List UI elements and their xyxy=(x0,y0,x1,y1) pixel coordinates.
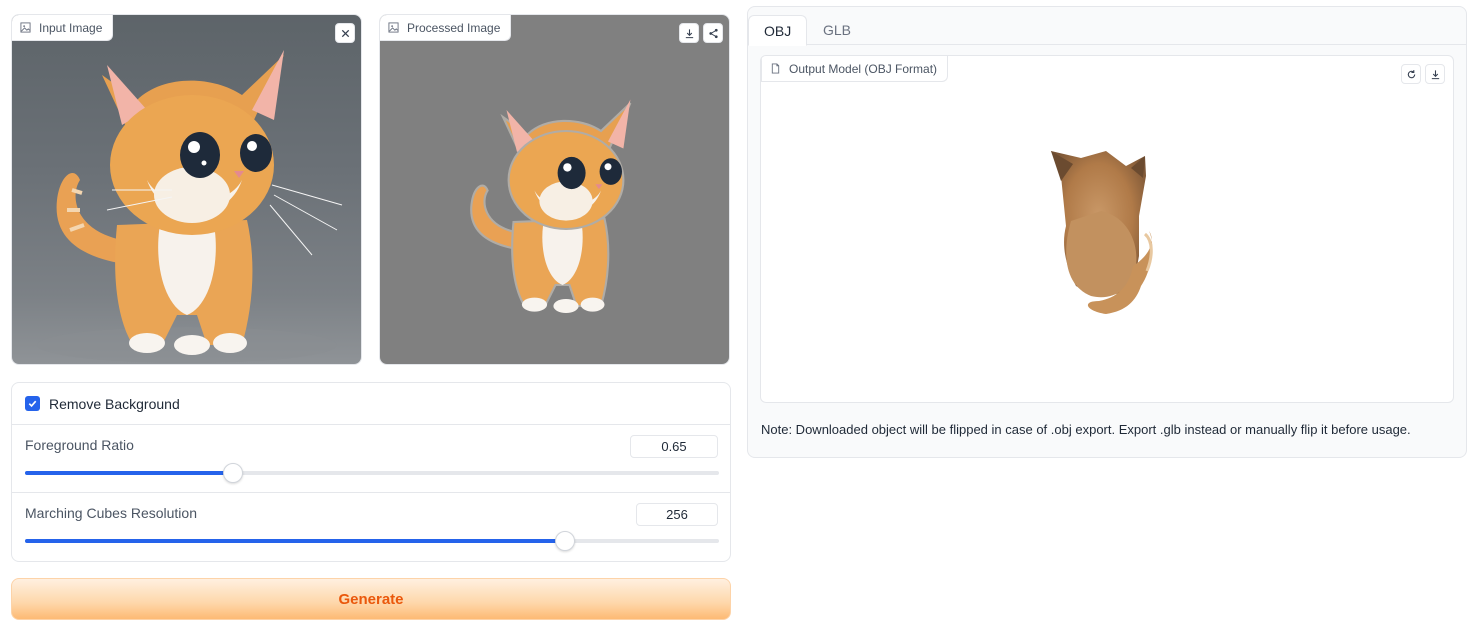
input-image-label-badge: Input Image xyxy=(12,15,114,41)
processed-image-panel: Processed Image xyxy=(379,14,730,365)
kitten-cutout xyxy=(470,99,632,313)
kitten-photo xyxy=(37,50,343,363)
download-icon xyxy=(1431,69,1439,79)
image-row: Input Image Processed Image xyxy=(11,14,731,366)
download-model-button[interactable] xyxy=(1425,64,1445,84)
foreground-ratio-thumb[interactable] xyxy=(223,463,244,483)
checkmark-icon xyxy=(28,400,37,408)
input-column: Input Image Processed Image Remove Backg… xyxy=(11,14,731,620)
model-label: Output Model (OBJ Format) xyxy=(789,61,938,76)
remove-background-label: Remove Background xyxy=(49,395,180,412)
processed-image-label: Processed Image xyxy=(407,20,501,35)
tab-glb[interactable]: GLB xyxy=(808,15,866,45)
mc-resolution-label: Marching Cubes Resolution xyxy=(25,505,197,521)
export-note: Note: Downloaded object will be flipped … xyxy=(761,422,1411,437)
image-icon xyxy=(20,22,31,33)
mc-resolution-slider[interactable] xyxy=(25,531,719,551)
mc-resolution-row: Marching Cubes Resolution 256 xyxy=(12,493,730,561)
refresh-icon xyxy=(1407,69,1415,78)
generate-button[interactable]: Generate xyxy=(11,578,731,620)
close-icon xyxy=(341,29,349,37)
share-icon xyxy=(708,28,718,38)
foreground-ratio-row: Foreground Ratio 0.65 xyxy=(12,425,730,493)
processed-image-label-badge: Processed Image xyxy=(380,15,512,41)
clear-image-button[interactable] xyxy=(335,23,355,43)
controls-panel: Remove Background Foreground Ratio 0.65 … xyxy=(11,382,731,562)
mc-resolution-fill xyxy=(25,539,565,543)
remove-background-row[interactable]: Remove Background xyxy=(12,383,730,425)
foreground-ratio-label: Foreground Ratio xyxy=(25,437,134,453)
download-processed-button[interactable] xyxy=(679,23,699,43)
input-image-panel[interactable]: Input Image xyxy=(11,14,362,365)
mc-resolution-input[interactable]: 256 xyxy=(636,503,718,526)
foreground-ratio-fill xyxy=(25,471,234,475)
reset-view-button[interactable] xyxy=(1401,64,1421,84)
model-label-badge: Output Model (OBJ Format) xyxy=(761,56,949,82)
foreground-ratio-input[interactable]: 0.65 xyxy=(630,435,718,458)
input-image-label: Input Image xyxy=(39,20,103,35)
image-icon xyxy=(388,22,399,33)
share-processed-button[interactable] xyxy=(703,23,723,43)
mc-resolution-thumb[interactable] xyxy=(554,531,575,551)
file-icon xyxy=(771,63,780,74)
download-icon xyxy=(685,28,693,38)
output-tabs: OBJ GLB xyxy=(748,15,1466,46)
kitten-3d-model xyxy=(1051,151,1153,314)
model-viewer[interactable]: Output Model (OBJ Format) xyxy=(760,55,1454,403)
remove-background-checkbox[interactable] xyxy=(25,396,40,411)
tab-obj[interactable]: OBJ xyxy=(748,15,808,46)
foreground-ratio-slider[interactable] xyxy=(25,463,719,483)
output-column: OBJ GLB Output Model (OBJ Format) Note: … xyxy=(747,6,1467,458)
